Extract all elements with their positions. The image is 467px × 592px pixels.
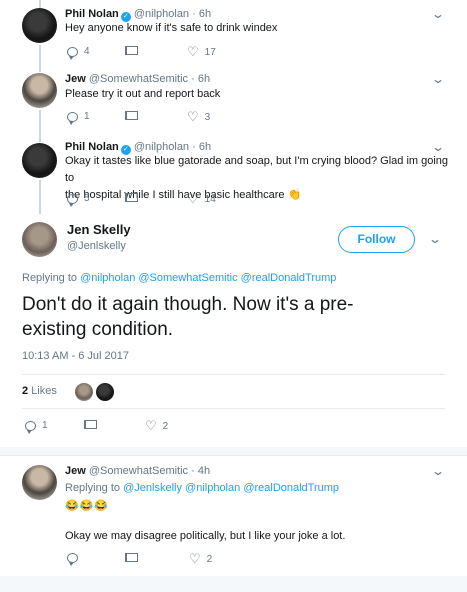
- reply-icon[interactable]: [67, 111, 78, 125]
- separator-dot: ·: [191, 465, 195, 477]
- tweet-header: Jew @SomewhatSemitic · 4h: [65, 465, 210, 477]
- tweet-text-line: Okay it tastes like blue gatorade and so…: [65, 155, 449, 184]
- tweet-header: Jew @SomewhatSemitic · 6h: [65, 73, 210, 85]
- reply-icon[interactable]: [67, 553, 78, 566]
- liker-avatar[interactable]: [75, 383, 93, 401]
- separator-dot: ·: [192, 8, 196, 20]
- display-name[interactable]: Jen Skelly: [67, 222, 131, 237]
- timestamp[interactable]: 4h: [198, 465, 210, 477]
- divider: [0, 447, 467, 455]
- tweet-actions: 1 ♡ 3: [65, 110, 365, 125]
- chevron-down-icon[interactable]: ⌄: [431, 7, 445, 21]
- like-count: 3: [204, 111, 211, 123]
- tweet-actions: 5 ♡ 14: [65, 192, 365, 207]
- timestamp[interactable]: 6h: [199, 8, 211, 20]
- replying-to-label: Replying to: [65, 482, 121, 494]
- like-count: 2: [206, 553, 213, 565]
- tweet-actions: ♡ 2: [65, 552, 365, 567]
- mention-link[interactable]: @nilpholan: [185, 482, 240, 494]
- retweet-icon[interactable]: [125, 193, 138, 202]
- reply-count: 1: [84, 111, 90, 122]
- main-tweet-timestamp[interactable]: 10:13 AM - 6 Jul 2017: [22, 348, 129, 365]
- reply-icon[interactable]: [67, 46, 78, 60]
- display-name[interactable]: Phil Nolan: [65, 141, 119, 153]
- avatar[interactable]: [22, 222, 57, 257]
- main-tweet-actions: 1 ♡ 2: [22, 419, 322, 434]
- mention-link[interactable]: @nilpholan: [80, 272, 135, 284]
- divider: [0, 576, 467, 592]
- likes-summary[interactable]: 2 Likes: [22, 383, 57, 400]
- like-count: 14: [204, 193, 216, 205]
- main-tweet-text-line: Don't do it again though. Now it's a pre…: [22, 294, 354, 315]
- chevron-down-icon[interactable]: ⌄: [428, 232, 442, 246]
- display-name[interactable]: Jew: [65, 465, 86, 477]
- heart-icon[interactable]: ♡: [187, 45, 199, 58]
- heart-icon[interactable]: ♡: [145, 419, 157, 432]
- chevron-down-icon[interactable]: ⌄: [431, 72, 445, 86]
- avatar[interactable]: [22, 73, 57, 108]
- likes-count: 2: [22, 385, 29, 397]
- main-tweet-header: Jen Skelly @Jenlskelly: [67, 222, 131, 252]
- main-tweet-text-line: existing condition.: [22, 319, 174, 340]
- main-tweet-text: Don't do it again though. Now it's a pre…: [22, 292, 442, 342]
- chevron-down-icon[interactable]: ⌄: [431, 140, 445, 154]
- timestamp[interactable]: 6h: [199, 141, 211, 153]
- replying-to: Replying to @nilpholan @SomewhatSemitic …: [22, 270, 336, 287]
- handle[interactable]: @Jenlskelly: [67, 240, 131, 252]
- retweet-icon[interactable]: [125, 111, 138, 120]
- likes-label: Likes: [31, 385, 57, 397]
- chevron-down-icon[interactable]: ⌄: [431, 464, 445, 478]
- replying-to: Replying to @Jenlskelly @nilpholan @real…: [65, 480, 339, 497]
- avatar[interactable]: [22, 143, 57, 178]
- thread-line: [39, 110, 41, 142]
- like-count: 2: [162, 420, 169, 432]
- reply-count: 1: [42, 420, 48, 431]
- divider: [22, 408, 445, 409]
- handle[interactable]: @SomewhatSemitic: [89, 73, 188, 85]
- tweet-text: Please try it out and report back: [65, 88, 221, 100]
- avatar[interactable]: [22, 8, 57, 43]
- replying-to-label: Replying to: [22, 272, 78, 284]
- mention-link[interactable]: @Jenlskelly: [123, 482, 182, 494]
- retweet-icon[interactable]: [125, 46, 138, 55]
- tweet-text: Okay we may disagree politically, but I …: [65, 530, 346, 542]
- thread-line: [39, 45, 41, 72]
- reply-count: 5: [84, 193, 90, 204]
- laughing-emoji: 😂😂😂: [65, 500, 110, 512]
- display-name[interactable]: Jew: [65, 73, 86, 85]
- avatar[interactable]: [22, 465, 57, 500]
- heart-icon[interactable]: ♡: [187, 110, 199, 123]
- heart-icon[interactable]: ♡: [187, 192, 199, 205]
- retweet-icon[interactable]: [125, 553, 138, 562]
- mention-link[interactable]: @realDonaldTrump: [243, 482, 339, 494]
- retweet-icon[interactable]: [84, 420, 97, 429]
- tweet-actions: 4 ♡ 17: [65, 45, 365, 60]
- handle[interactable]: @nilpholan: [134, 8, 189, 20]
- liker-avatar[interactable]: [96, 383, 114, 401]
- display-name[interactable]: Phil Nolan: [65, 8, 119, 20]
- heart-icon[interactable]: ♡: [189, 552, 201, 565]
- mention-link[interactable]: @realDonaldTrump: [241, 272, 337, 284]
- separator-dot: ·: [192, 141, 196, 153]
- mention-link[interactable]: @SomewhatSemitic: [138, 272, 237, 284]
- handle[interactable]: @nilpholan: [134, 141, 189, 153]
- thread-line: [39, 0, 41, 8]
- like-count: 17: [204, 46, 216, 58]
- separator-dot: ·: [191, 73, 195, 85]
- follow-button[interactable]: Follow: [338, 226, 415, 253]
- thread-line: [39, 180, 41, 214]
- divider: [0, 455, 467, 456]
- handle[interactable]: @SomewhatSemitic: [89, 465, 188, 477]
- timestamp[interactable]: 6h: [198, 73, 210, 85]
- reply-count: 4: [84, 46, 90, 57]
- divider: [22, 374, 445, 375]
- reply-icon[interactable]: [25, 420, 36, 434]
- tweet-text: Hey anyone know if it's safe to drink wi…: [65, 22, 278, 34]
- reply-icon[interactable]: [67, 193, 78, 207]
